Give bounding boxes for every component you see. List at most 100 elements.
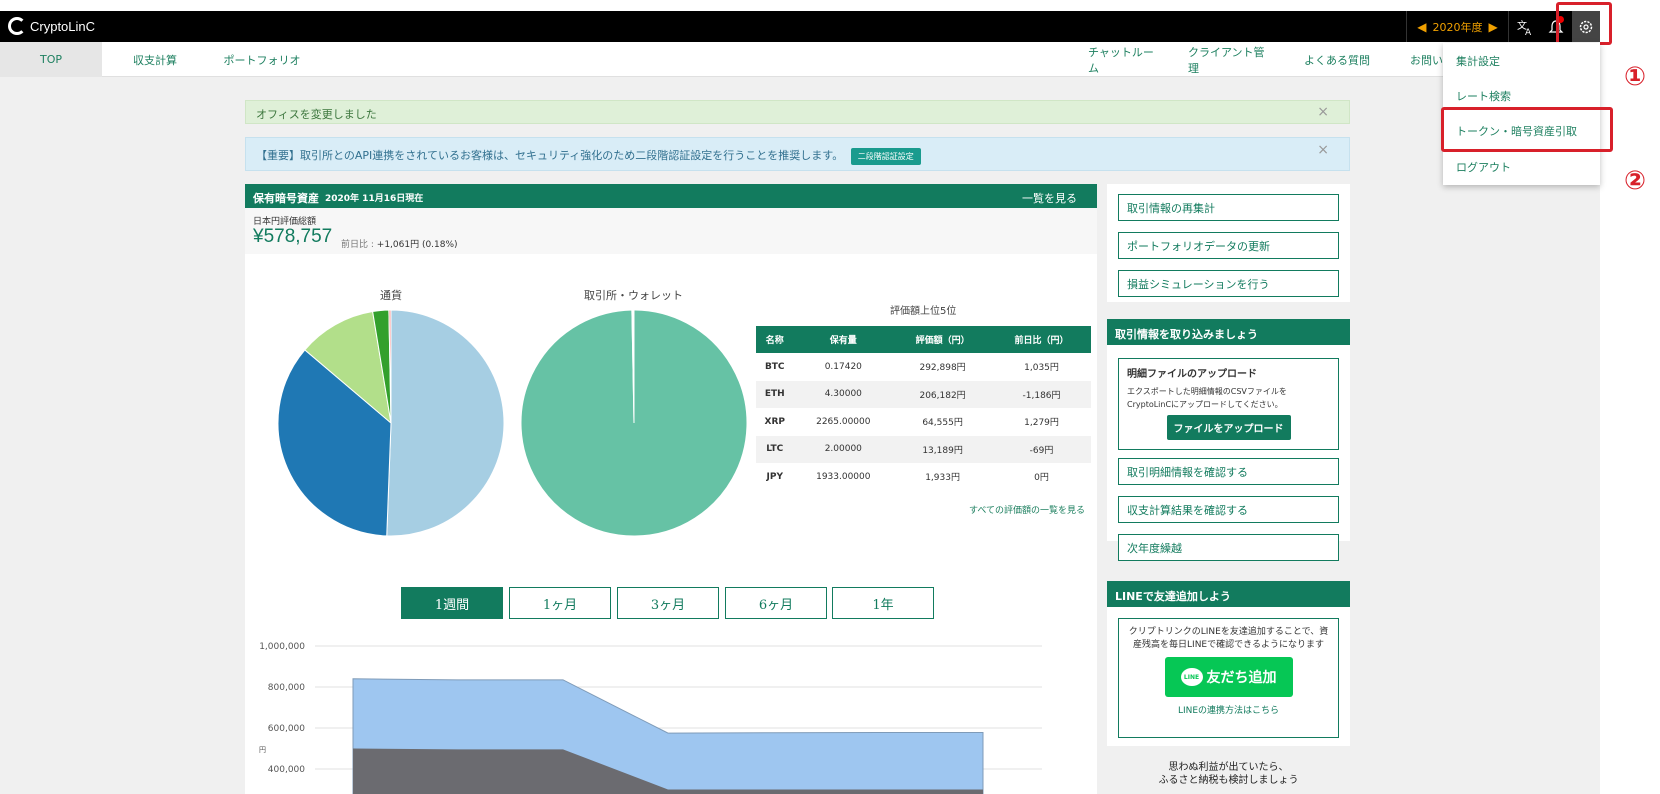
table-cell: ETH bbox=[756, 380, 794, 408]
table-cell: LTC bbox=[756, 435, 794, 463]
upload-file-button[interactable]: ファイルをアップロード bbox=[1166, 415, 1291, 440]
svg-text:A: A bbox=[1525, 28, 1532, 36]
action-box: 取引情報の再集計 ポートフォリオデータの更新 損益シミュレーションを行う bbox=[1107, 184, 1350, 302]
currency-pie-title: 通貨 bbox=[380, 289, 402, 302]
view-all-link[interactable]: 一覧を見る bbox=[1022, 190, 1077, 206]
upload-title: 明細ファイルのアップロード bbox=[1127, 369, 1257, 380]
year-prev-arrow-icon[interactable]: ◀ bbox=[1417, 20, 1426, 34]
table-cell: 206,182円 bbox=[893, 380, 993, 408]
all-valuations-link[interactable]: すべての評価額の一覧を見る bbox=[969, 503, 1085, 516]
view-transactions-button[interactable]: 取引明細情報を確認する bbox=[1118, 458, 1339, 485]
y-tick-label: 600,000 bbox=[268, 724, 305, 734]
office-changed-alert: オフィスを変更しました × bbox=[245, 100, 1350, 124]
total-summary: 日本円評価総額 ¥578,757 前日比 : +1,061円 (0.18%) bbox=[245, 208, 1097, 254]
main-nav: TOP 収支計算 ポートフォリオ チャットルーム クライアント管理 よくある質問… bbox=[0, 42, 1600, 77]
carry-forward-button[interactable]: 次年度繰越 bbox=[1118, 534, 1339, 561]
top5-col-header: 評価額（円） bbox=[893, 326, 993, 353]
table-cell: 1,933円 bbox=[893, 463, 993, 491]
nav-client-management[interactable]: クライアント管理 bbox=[1188, 42, 1273, 77]
top5-header-row: 名称 保有量 評価額（円） 前日比（円） bbox=[756, 326, 1091, 353]
line-description: クリプトリンクのLINEを友達追加することで、資産残高を毎日LINEで確認できる… bbox=[1128, 627, 1329, 650]
change-value: +1,061円 (0.18%) bbox=[376, 240, 458, 250]
line-header: LINEで友達追加しよう bbox=[1107, 581, 1350, 607]
exchange-pie-title: 取引所・ウォレット bbox=[584, 289, 683, 302]
logo-icon bbox=[8, 17, 26, 35]
translate-button[interactable]: 文 A bbox=[1508, 11, 1540, 42]
view-income-results-button[interactable]: 収支計算結果を確認する bbox=[1118, 496, 1339, 523]
currency-pie-chart bbox=[277, 309, 505, 537]
period-1year[interactable]: 1年 bbox=[832, 587, 934, 619]
table-row: BTC 0.17420 292,898円 1,035円 bbox=[756, 353, 1091, 381]
furusato-line-2: ふるさと納税も検討しましょう bbox=[1158, 775, 1299, 786]
top5-table: 名称 保有量 評価額（円） 前日比（円） BTC 0.17420 292,898円 1,03… bbox=[756, 326, 1091, 491]
table-cell: JPY bbox=[756, 463, 794, 491]
holdings-date: 2020年 11月16日現在 bbox=[325, 194, 424, 204]
table-cell: 64,555円 bbox=[893, 408, 993, 436]
line-howto-link[interactable]: LINEの連携方法はこちら bbox=[1127, 703, 1330, 716]
close-icon[interactable]: × bbox=[1317, 104, 1329, 120]
line-logo-icon: LINE bbox=[1180, 668, 1203, 686]
table-cell: 1,279円 bbox=[992, 408, 1091, 436]
table-cell: 0.17420 bbox=[793, 353, 894, 381]
menu-aggregation-settings[interactable]: 集計設定 bbox=[1456, 53, 1500, 69]
daily-change: 前日比 : +1,061円 (0.18%) bbox=[341, 237, 458, 250]
pl-simulation-button[interactable]: 損益シミュレーションを行う bbox=[1118, 270, 1339, 297]
nav-chat-room[interactable]: チャットルーム bbox=[1088, 42, 1163, 77]
office-changed-text: オフィスを変更しました bbox=[256, 108, 377, 121]
two-factor-button[interactable]: 二段階認証設定 bbox=[850, 147, 921, 165]
period-6months[interactable]: 6ヶ月 bbox=[725, 587, 827, 619]
table-cell: 292,898円 bbox=[893, 353, 993, 381]
nav-top[interactable]: TOP bbox=[0, 42, 102, 77]
top-margin bbox=[0, 0, 1660, 11]
top5-title: 評価額上位5位 bbox=[890, 306, 957, 317]
line-box: LINEで友達追加しよう クリプトリンクのLINEを友達追加することで、資産残高… bbox=[1107, 581, 1350, 746]
table-cell: 13,189円 bbox=[893, 435, 993, 463]
change-label: 前日比 : bbox=[341, 240, 374, 250]
table-cell: 2.00000 bbox=[793, 435, 894, 463]
table-row: LTC 2.00000 13,189円 -69円 bbox=[756, 435, 1091, 463]
holdings-panel: 保有暗号資産 2020年 11月16日現在 一覧を見る 日本円評価総額 ¥578… bbox=[245, 184, 1097, 794]
menu-rate-search[interactable]: レート検索 bbox=[1456, 88, 1511, 104]
y-tick-label: 1,000,000 bbox=[259, 642, 305, 652]
app-logo[interactable]: CryptoLinC bbox=[8, 17, 95, 35]
update-portfolio-button[interactable]: ポートフォリオデータの更新 bbox=[1118, 232, 1339, 259]
year-next-arrow-icon[interactable]: ▶ bbox=[1489, 20, 1498, 34]
import-box: 取引情報を取り込みましょう 明細ファイルのアップロード エクスポートした明細情報… bbox=[1107, 319, 1350, 561]
table-row: XRP 2265.00000 64,555円 1,279円 bbox=[756, 408, 1091, 436]
table-cell: -1,186円 bbox=[992, 380, 1091, 408]
right-sidebar: 取引情報の再集計 ポートフォリオデータの更新 損益シミュレーションを行う 取引情… bbox=[1107, 184, 1350, 794]
line-add-friend-label: 友だち追加 bbox=[1206, 670, 1277, 686]
table-row: JPY 1933.00000 1,933円 0円 bbox=[756, 463, 1091, 491]
period-1month[interactable]: 1ヶ月 bbox=[509, 587, 611, 619]
line-add-friend-button[interactable]: LINE 友だち追加 bbox=[1164, 657, 1293, 697]
period-1week[interactable]: 1週間 bbox=[401, 587, 503, 619]
asset-history-chart: 1,000,000 800,000 600,000 400,000 円 bbox=[259, 642, 1042, 794]
furusato-line-1: 思わぬ利益が出ていたら、 bbox=[1168, 762, 1289, 773]
security-alert-text: 【重要】取引所とのAPI連携をされているお客様は、セキュリティ強化のため二段階認… bbox=[256, 149, 844, 162]
menu-highlight-box bbox=[1441, 107, 1613, 152]
line-invite-box: クリプトリンクのLINEを友達追加することで、資産残高を毎日LINEで確認できる… bbox=[1118, 618, 1339, 738]
table-cell: BTC bbox=[756, 353, 794, 381]
top5-col-header: 保有量 bbox=[793, 326, 894, 353]
upload-box: 明細ファイルのアップロード エクスポートした明細情報のCSVファイルをCrypt… bbox=[1118, 358, 1339, 450]
translate-icon: 文 A bbox=[1517, 19, 1532, 36]
annotation-1: ① bbox=[1624, 62, 1647, 92]
nav-income-calc[interactable]: 収支計算 bbox=[130, 42, 180, 77]
recalculate-button[interactable]: 取引情報の再集計 bbox=[1118, 194, 1339, 221]
menu-logout[interactable]: ログアウト bbox=[1456, 159, 1511, 175]
fiscal-year-label: 2020年度 bbox=[1432, 20, 1483, 34]
period-3months[interactable]: 3ヶ月 bbox=[617, 587, 719, 619]
upload-description: エクスポートした明細情報のCSVファイルをCryptoLinCにアップロードして… bbox=[1127, 387, 1287, 409]
y-axis-label: 円 bbox=[259, 746, 266, 754]
exchange-pie-chart bbox=[520, 309, 748, 537]
nav-faq[interactable]: よくある質問 bbox=[1304, 42, 1370, 77]
y-tick-label: 800,000 bbox=[268, 683, 305, 693]
close-icon[interactable]: × bbox=[1317, 142, 1329, 158]
table-cell: XRP bbox=[756, 408, 794, 436]
security-alert: 【重要】取引所とのAPI連携をされているお客様は、セキュリティ強化のため二段階認… bbox=[245, 137, 1350, 171]
nav-portfolio[interactable]: ポートフォリオ bbox=[222, 42, 302, 77]
app-name: CryptoLinC bbox=[30, 18, 96, 34]
total-value: ¥578,757 bbox=[253, 226, 333, 247]
holdings-header: 保有暗号資産 2020年 11月16日現在 一覧を見る bbox=[245, 184, 1097, 208]
holdings-title: 保有暗号資産 bbox=[253, 192, 319, 205]
